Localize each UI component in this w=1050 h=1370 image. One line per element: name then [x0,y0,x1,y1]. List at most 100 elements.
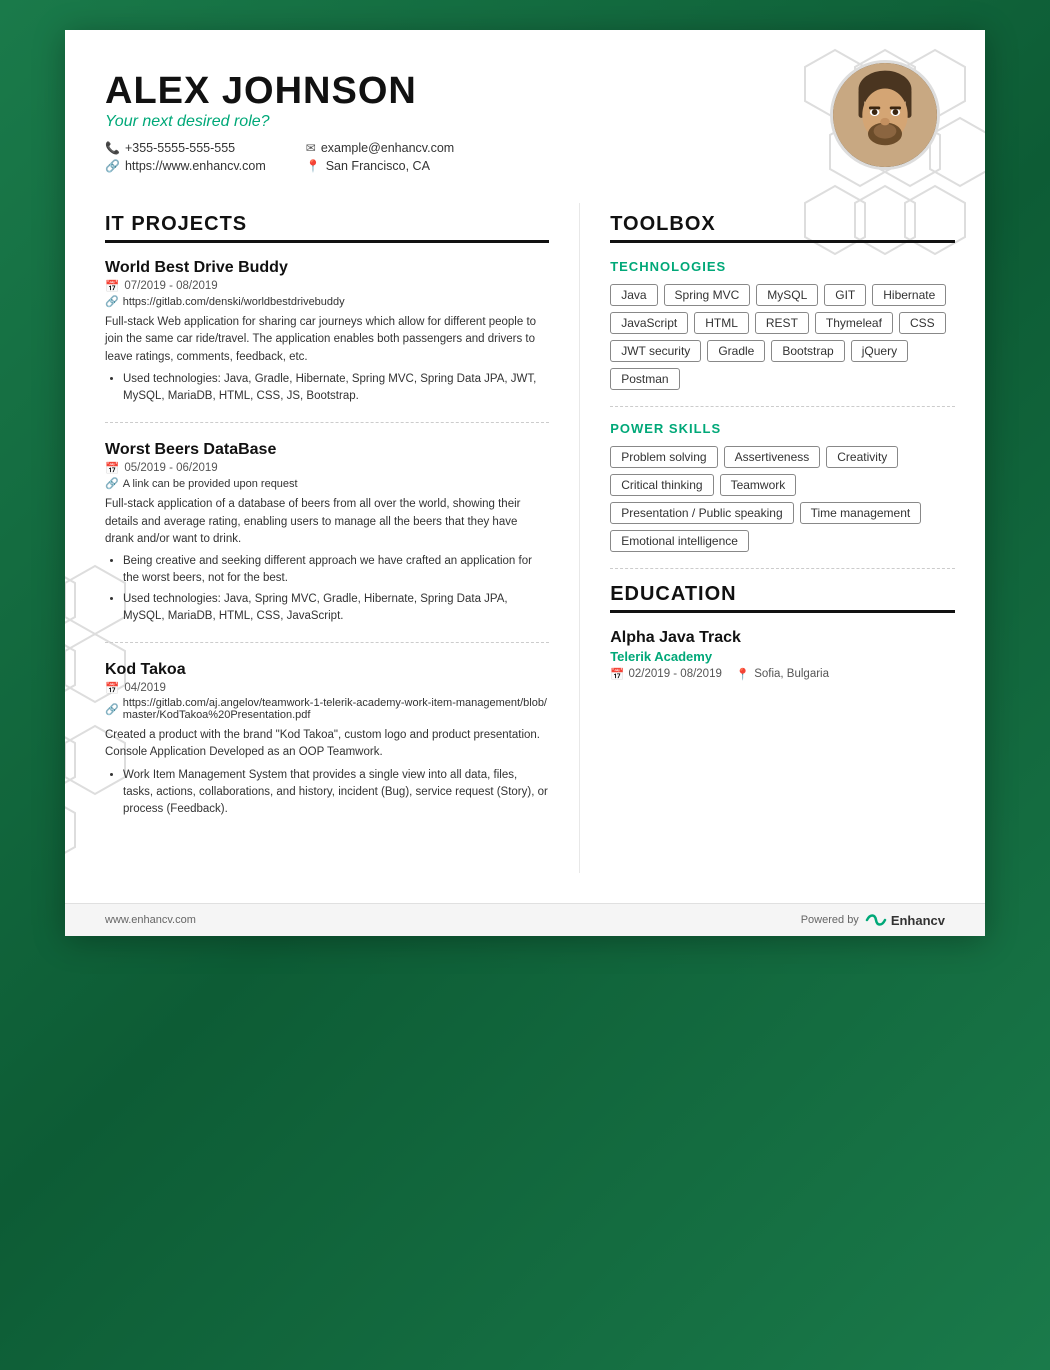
calendar-icon-edu: 📅 [610,667,624,681]
project-2-bullet-2: Used technologies: Java, Spring MVC, Gra… [123,591,549,626]
skill-time-management: Time management [800,502,922,524]
project-2-bullets: Being creative and seeking different app… [105,553,549,625]
project-2-desc: Full-stack application of a database of … [105,496,549,548]
edu-location-value: Sofia, Bulgaria [754,668,829,680]
tag-gradle: Gradle [707,340,765,362]
location-icon-edu: 📍 [736,667,750,681]
tag-javascript: JavaScript [610,312,688,334]
technologies-tags: Java Spring MVC MySQL GIT Hibernate Java… [610,284,955,390]
avatar [830,60,940,170]
project-1: World Best Drive Buddy 📅 07/2019 - 08/20… [105,259,549,423]
skill-assertiveness: Assertiveness [724,446,821,468]
footer-website: www.enhancv.com [105,914,196,926]
location-icon: 📍 [306,159,321,173]
link-icon-2: 🔗 [105,477,119,490]
project-2-title: Worst Beers DataBase [105,441,549,459]
footer: www.enhancv.com Powered by Enhancv [65,903,985,936]
technologies-subtitle: TECHNOLOGIES [610,259,955,274]
skill-problem-solving: Problem solving [610,446,717,468]
tag-git: GIT [824,284,866,306]
avatar-container [830,60,940,170]
edu-institution: Telerik Academy [610,649,955,664]
tag-jwt-security: JWT security [610,340,701,362]
edu-degree: Alpha Java Track [610,629,955,647]
link-icon-1: 🔗 [105,295,119,308]
skill-presentation: Presentation / Public speaking [610,502,793,524]
project-3: Kod Takoa 📅 04/2019 🔗 https://gitlab.com… [105,661,549,835]
calendar-icon-1: 📅 [105,279,119,293]
project-2-link: 🔗 A link can be provided upon request [105,477,549,490]
tag-bootstrap: Bootstrap [771,340,844,362]
edu-date-value: 02/2019 - 08/2019 [629,668,722,680]
project-3-title: Kod Takoa [105,661,549,679]
email-value: example@enhancv.com [321,141,454,155]
project-3-desc: Created a product with the brand "Kod Ta… [105,727,549,762]
left-column: IT PROJECTS World Best Drive Buddy 📅 07/… [65,203,580,873]
project-1-bullets: Used technologies: Java, Gradle, Hiberna… [105,371,549,406]
tag-mysql: MySQL [756,284,818,306]
skill-critical-thinking: Critical thinking [610,474,713,496]
skill-teamwork: Teamwork [720,474,797,496]
brand-name: Enhancv [891,913,945,928]
contact-email: ✉ example@enhancv.com [306,141,454,155]
project-1-desc: Full-stack Web application for sharing c… [105,314,549,366]
education-title: EDUCATION [610,583,955,613]
tag-hibernate: Hibernate [872,284,946,306]
it-projects-title: IT PROJECTS [105,213,549,243]
calendar-icon-2: 📅 [105,461,119,475]
edu-date: 📅 02/2019 - 08/2019 [610,667,722,681]
tag-jquery: jQuery [851,340,908,362]
powered-by-label: Powered by [801,914,859,926]
tag-thymeleaf: Thymeleaf [815,312,893,334]
phone-icon: 📞 [105,141,120,155]
project-2-date: 📅 05/2019 - 06/2019 [105,461,549,475]
skill-emotional-intelligence: Emotional intelligence [610,530,749,552]
powered-by: Powered by Enhancv [801,912,945,928]
location-value: San Francisco, CA [326,159,430,173]
header-section: ALEX JOHNSON Your next desired role? 📞 +… [65,30,985,193]
contact-col-left: 📞 +355-5555-555-555 🔗 https://www.enhanc… [105,141,266,173]
project-1-date: 📅 07/2019 - 08/2019 [105,279,549,293]
contact-col-right: ✉ example@enhancv.com 📍 San Francisco, C… [306,141,454,173]
enhancv-logo: Enhancv [865,912,945,928]
tag-spring-mvc: Spring MVC [664,284,751,306]
project-3-bullet-1: Work Item Management System that provide… [123,767,549,819]
edu-location: 📍 Sofia, Bulgaria [736,667,829,681]
project-2-bullet-1: Being creative and seeking different app… [123,553,549,588]
main-content: IT PROJECTS World Best Drive Buddy 📅 07/… [65,193,985,903]
calendar-icon-3: 📅 [105,681,119,695]
toolbox-title: TOOLBOX [610,213,955,243]
power-skills-tags: Problem solving Assertiveness Creativity… [610,446,955,552]
tag-postman: Postman [610,368,679,390]
resume-page: ALEX JOHNSON Your next desired role? 📞 +… [65,30,985,936]
skill-creativity: Creativity [826,446,898,468]
tag-java: Java [610,284,657,306]
project-3-date: 📅 04/2019 [105,681,549,695]
project-1-link: 🔗 https://gitlab.com/denski/worldbestdri… [105,295,549,308]
link-icon-3: 🔗 [105,703,119,716]
toolbox-divider [610,406,955,407]
link-icon: 🔗 [105,159,120,173]
contact-website: 🔗 https://www.enhancv.com [105,159,266,173]
candidate-name: ALEX JOHNSON [105,70,945,113]
project-1-title: World Best Drive Buddy [105,259,549,277]
tag-css: CSS [899,312,946,334]
email-icon: ✉ [306,141,316,155]
education-divider [610,568,955,569]
phone-value: +355-5555-555-555 [125,141,235,155]
website-value: https://www.enhancv.com [125,159,266,173]
right-column: TOOLBOX TECHNOLOGIES Java Spring MVC MyS… [580,203,985,873]
tag-rest: REST [755,312,809,334]
edu-meta: 📅 02/2019 - 08/2019 📍 Sofia, Bulgaria [610,667,955,681]
contact-phone: 📞 +355-5555-555-555 [105,141,266,155]
power-skills-subtitle: POWER SKILLS [610,421,955,436]
project-3-link: 🔗 https://gitlab.com/aj.angelov/teamwork… [105,697,549,721]
contact-location: 📍 San Francisco, CA [306,159,454,173]
tag-html: HTML [694,312,749,334]
candidate-role: Your next desired role? [105,113,945,131]
project-3-bullets: Work Item Management System that provide… [105,767,549,819]
project-1-bullet-1: Used technologies: Java, Gradle, Hiberna… [123,371,549,406]
project-2: Worst Beers DataBase 📅 05/2019 - 06/2019… [105,441,549,643]
header-contacts: 📞 +355-5555-555-555 🔗 https://www.enhanc… [105,141,945,173]
education-block: Alpha Java Track Telerik Academy 📅 02/20… [610,629,955,681]
